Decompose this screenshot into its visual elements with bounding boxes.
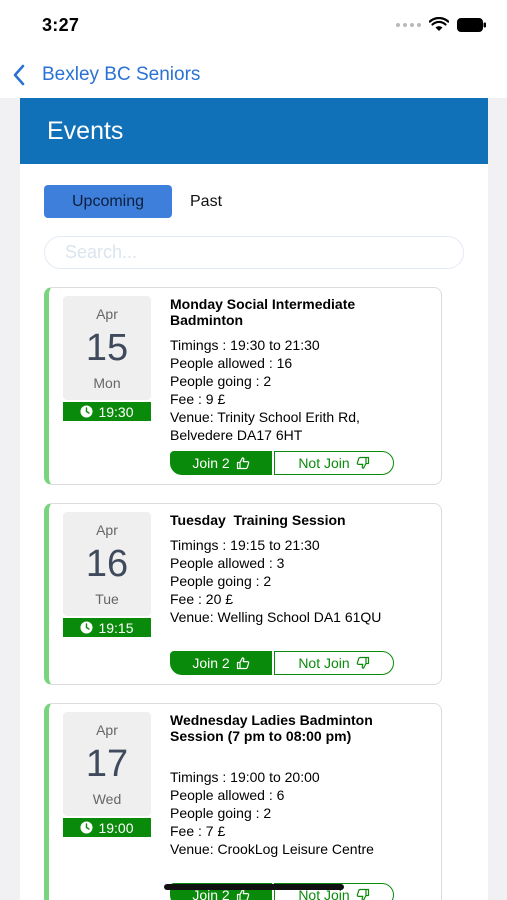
- date-box: Apr 17 Wed: [63, 712, 151, 816]
- wifi-icon: [429, 17, 449, 31]
- thumbs-up-icon: [236, 657, 249, 670]
- home-indicator[interactable]: [164, 884, 344, 890]
- event-day: 17: [85, 743, 129, 785]
- search-input[interactable]: Search...: [44, 236, 464, 269]
- status-time: 3:27: [42, 15, 80, 35]
- event-timings: Timings : 19:15 to 21:30: [170, 537, 320, 553]
- event-card[interactable]: Apr 15 Mon 19:30 Monday Social Intermedi…: [44, 287, 442, 485]
- date-box: Apr 15 Mon: [63, 296, 151, 400]
- thumbs-up-icon: [236, 457, 249, 470]
- back-button[interactable]: Bexley BC Seniors: [42, 64, 200, 86]
- event-card[interactable]: Apr 17 Wed 19:00 Wednesday Ladies Badmin…: [44, 703, 442, 900]
- not-join-label: Not Join: [298, 655, 350, 671]
- event-weekday: Wed: [92, 791, 122, 807]
- not-join-button[interactable]: Not Join: [274, 451, 394, 475]
- event-venue: Venue: CrookLog Leisure Centre: [170, 841, 374, 857]
- event-month: Apr: [96, 522, 118, 538]
- clock-icon: [80, 405, 94, 418]
- status-icons: [396, 17, 487, 32]
- thumbs-down-icon: [356, 656, 369, 669]
- events-header: Events: [20, 98, 488, 164]
- event-weekday: Tue: [95, 591, 119, 607]
- date-box: Apr 16 Tue: [63, 512, 151, 616]
- event-time: 19:15: [98, 619, 134, 636]
- event-people-allowed: People allowed : 3: [170, 555, 285, 571]
- join-label: Join 2: [192, 655, 230, 671]
- event-fee: Fee : 20 £: [170, 591, 234, 607]
- event-fee: Fee : 9 £: [170, 391, 226, 407]
- time-badge: 19:30: [63, 402, 151, 421]
- event-title: Monday Social Intermediate Badminton: [170, 296, 356, 328]
- thumbs-down-icon: [356, 456, 369, 469]
- event-people-going: People going : 2: [170, 573, 272, 589]
- tab-past[interactable]: Past: [190, 185, 222, 218]
- join-button[interactable]: Join 2: [170, 651, 272, 675]
- clock-icon: [80, 621, 94, 634]
- event-people-going: People going : 2: [170, 805, 272, 821]
- page-title: Events: [47, 117, 124, 145]
- nav-bar: Bexley BC Seniors: [0, 52, 507, 98]
- event-venue: Venue: Welling School DA1 61QU: [170, 609, 382, 625]
- event-timings: Timings : 19:00 to 20:00: [170, 769, 320, 785]
- clock-icon: [80, 821, 94, 834]
- tab-upcoming[interactable]: Upcoming: [44, 185, 172, 218]
- event-time: 19:30: [98, 403, 134, 420]
- battery-icon: [457, 17, 486, 32]
- time-badge: 19:00: [63, 818, 151, 837]
- events-panel: Events Upcoming Past Search... Apr 15 Mo…: [20, 98, 488, 900]
- event-title: Wednesday Ladies Badminton Session (7 pm…: [170, 712, 373, 744]
- event-title: Tuesday Training Session: [170, 512, 346, 528]
- event-card[interactable]: Apr 16 Tue 19:15 Tuesday Training Sessio…: [44, 503, 442, 685]
- event-people-allowed: People allowed : 6: [170, 787, 285, 803]
- time-badge: 19:15: [63, 618, 151, 637]
- event-month: Apr: [96, 722, 118, 738]
- event-day: 15: [85, 327, 129, 369]
- event-time: 19:00: [98, 819, 134, 836]
- event-venue: Venue: Trinity School Erith Rd, Belveder…: [170, 409, 360, 443]
- event-weekday: Mon: [93, 375, 121, 391]
- event-people-going: People going : 2: [170, 373, 272, 389]
- signal-icon: [396, 22, 421, 27]
- event-day: 16: [85, 543, 129, 585]
- join-label: Join 2: [192, 455, 230, 471]
- chevron-left-icon[interactable]: [12, 64, 26, 86]
- thumbs-down-icon: [356, 888, 369, 900]
- not-join-button[interactable]: Not Join: [274, 651, 394, 675]
- event-timings: Timings : 19:30 to 21:30: [170, 337, 320, 353]
- not-join-label: Not Join: [298, 455, 350, 471]
- event-month: Apr: [96, 306, 118, 322]
- event-fee: Fee : 7 £: [170, 823, 226, 839]
- join-button[interactable]: Join 2: [170, 451, 272, 475]
- status-bar: 3:27: [0, 0, 507, 52]
- event-people-allowed: People allowed : 16: [170, 355, 293, 371]
